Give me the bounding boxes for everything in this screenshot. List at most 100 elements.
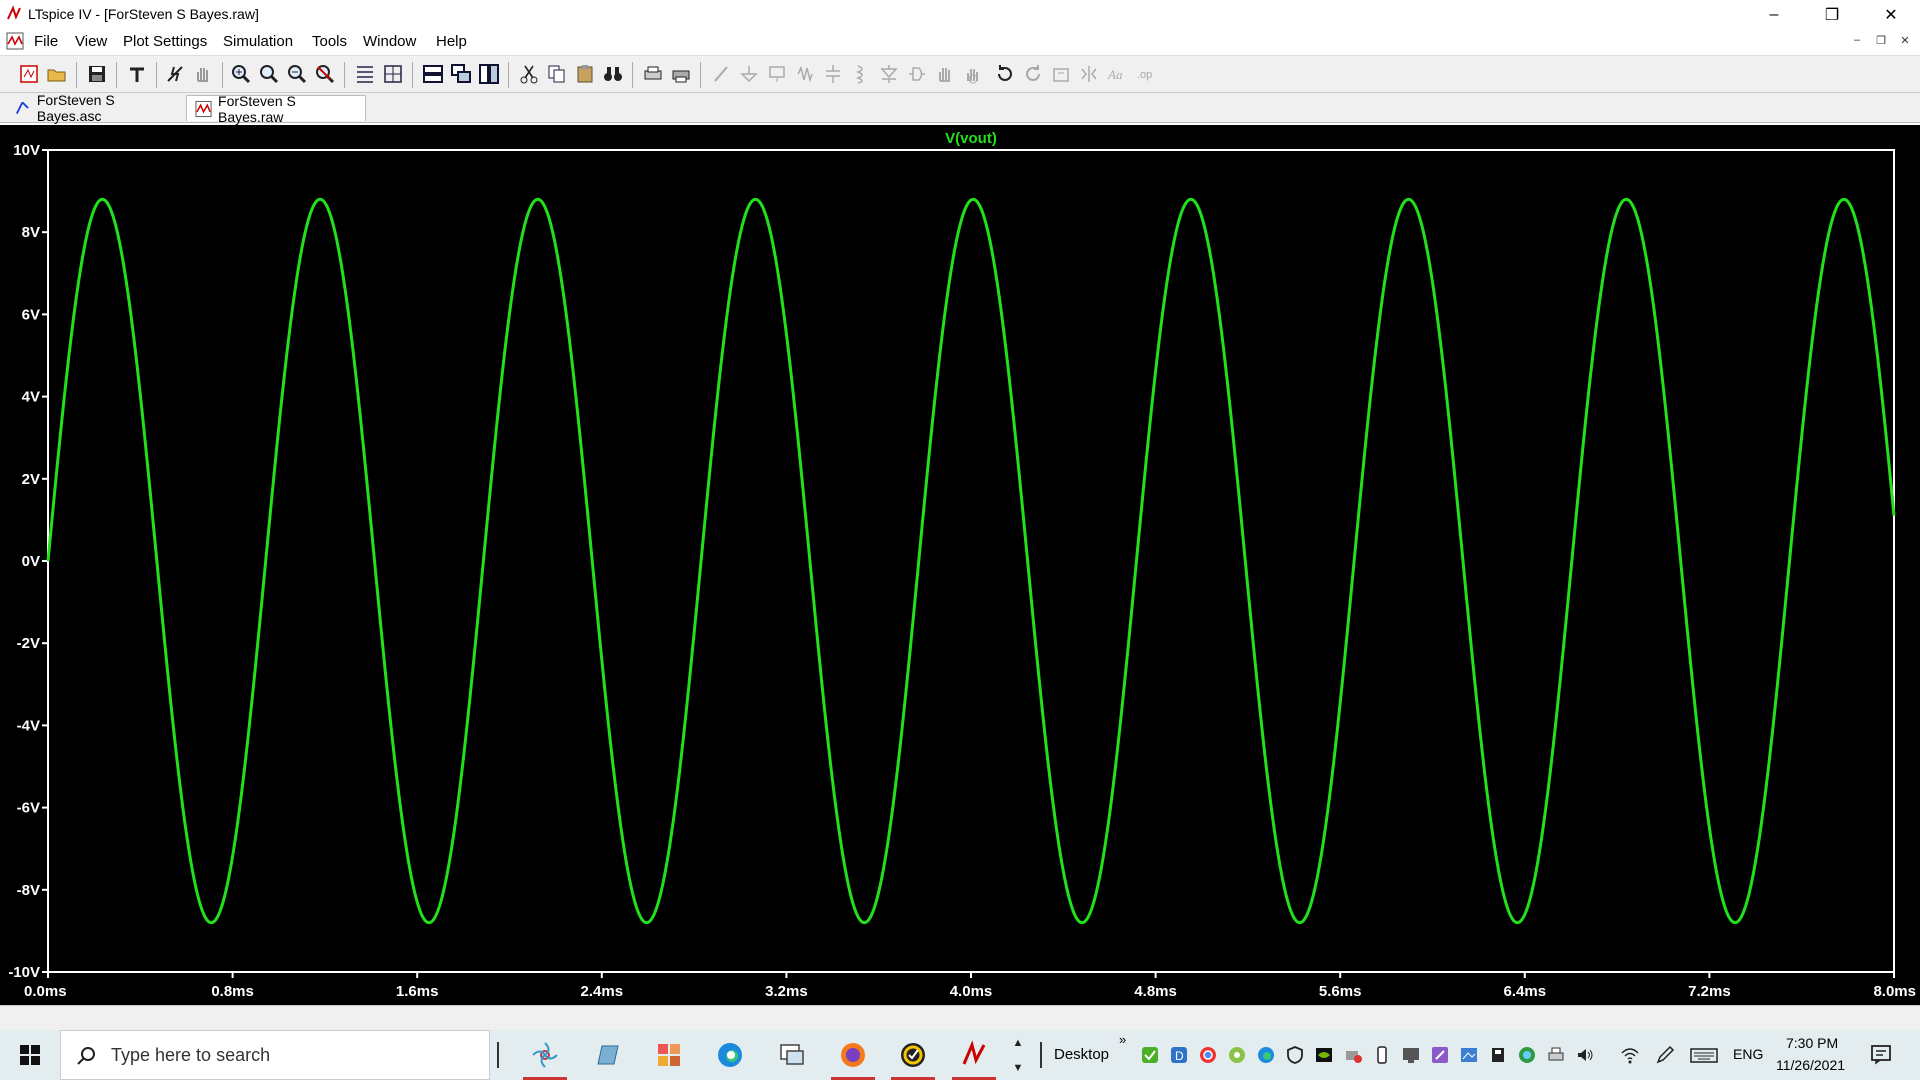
diode-icon[interactable] [878,63,900,85]
tab-waveform[interactable]: ForSteven S Bayes.raw [186,93,366,125]
mirror-icon[interactable] [1078,63,1100,85]
open-folder-icon[interactable] [46,63,68,85]
menu-file[interactable]: File [34,33,58,50]
notification-center-icon[interactable] [1870,1043,1892,1065]
tab-schematic[interactable]: ForSteven S Bayes.asc [6,92,182,124]
taskbar-app-task-view[interactable] [764,1030,820,1080]
autorange-icon[interactable] [354,63,376,85]
usb-drive-tray-icon[interactable] [1372,1045,1392,1065]
wifi-icon[interactable] [1620,1045,1640,1065]
print-icon[interactable] [670,63,692,85]
rotate-icon[interactable] [1050,63,1072,85]
waveform-plot[interactable]: 10V 8V 6V 4V 2V 0V -2V -4V -6V -8V -10V 0.0ms 0.8ms 1… [0,125,1920,1005]
halt-hand-icon[interactable] [192,63,214,85]
edge-tray-icon[interactable] [1256,1045,1276,1065]
keyboard-icon[interactable] [1690,1045,1718,1065]
print-setup-icon[interactable] [642,63,664,85]
search-placeholder: Type here to search [111,1045,271,1065]
run-simulation-icon[interactable] [164,63,186,85]
draw-wire-icon[interactable] [710,63,732,85]
nvidia-tray-icon[interactable] [1314,1045,1334,1065]
monitor-tray-icon[interactable] [1401,1045,1421,1065]
plot-svg[interactable]: 10V 8V 6V 4V 2V 0V -2V -4V -6V -8V -10V 0.0ms 0.8ms 1… [0,125,1920,1005]
pen-tray-icon[interactable] [1655,1045,1675,1065]
restore-button[interactable]: ❐ [1803,0,1861,30]
copy-icon[interactable] [546,63,568,85]
device-tray-icon[interactable] [1488,1045,1508,1065]
mdi-minimize-button[interactable]: – [1848,34,1866,48]
inductor-icon[interactable] [850,63,872,85]
cut-icon[interactable] [518,63,540,85]
tile-horizontal-icon[interactable] [422,63,444,85]
cursor-grid-icon[interactable] [382,63,404,85]
leaf-tray-icon[interactable] [1227,1045,1247,1065]
taskbar-app-firefox[interactable] [825,1030,881,1080]
shield-tray-icon[interactable] [1285,1045,1305,1065]
zoom-area-icon[interactable] [230,63,252,85]
menu-simulation[interactable]: Simulation [223,33,293,50]
menu-tools[interactable]: Tools [312,33,347,50]
taskbar-app-edge[interactable] [702,1030,758,1080]
waveform-doc-icon[interactable] [6,32,24,50]
drag-hand-icon[interactable] [962,63,984,85]
zoom-in-icon[interactable] [258,63,280,85]
x-tick-label: 1.6ms [396,983,439,1000]
control-panel-icon[interactable] [126,63,148,85]
taskbar-scroll-arrows[interactable]: ▲ ▼ [1008,1030,1028,1080]
move-hand-icon[interactable] [934,63,956,85]
blue-d-tray-icon[interactable]: D [1169,1045,1189,1065]
redo-icon[interactable] [1022,63,1044,85]
undo-icon[interactable] [994,63,1016,85]
schematic-icon [15,101,29,115]
taskbar-app-office[interactable] [641,1030,697,1080]
mdi-restore-button[interactable]: ❐ [1872,34,1890,48]
resistor-icon[interactable] [794,63,816,85]
find-binoculars-icon[interactable] [602,63,624,85]
clock-time[interactable]: 7:30 PM [1786,1035,1838,1051]
globe-sync-tray-icon[interactable] [1517,1045,1537,1065]
start-button[interactable] [0,1030,60,1080]
trace-vout-line [46,197,1896,925]
taskbar-app-pinwheel[interactable] [517,1030,573,1080]
spice-directive-icon[interactable]: .op [1134,63,1156,85]
input-language[interactable]: ENG [1733,1046,1763,1062]
desktop-toolbar-label[interactable]: Desktop [1054,1046,1109,1063]
volume-icon[interactable] [1575,1045,1595,1065]
cascade-windows-icon[interactable] [450,63,472,85]
tile-vertical-icon[interactable] [478,63,500,85]
printer-tray-icon[interactable] [1546,1045,1566,1065]
capacitor-icon[interactable] [822,63,844,85]
text-icon[interactable]: Aa [1106,63,1128,85]
zoom-out-icon[interactable] [286,63,308,85]
onenote-tray-icon[interactable] [1430,1045,1450,1065]
sticky-notes-icon [597,1045,619,1065]
scroll-up-icon[interactable]: ▲ [1013,1037,1024,1049]
chrome-tray-icon[interactable] [1198,1045,1218,1065]
new-schematic-icon[interactable] [18,63,40,85]
minimize-button[interactable]: – [1745,0,1803,30]
taskbar-app-ltspice[interactable] [946,1030,1002,1080]
clock-date[interactable]: 11/26/2021 [1776,1057,1845,1073]
zoom-fit-icon[interactable] [314,63,336,85]
menu-plot-settings[interactable]: Plot Settings [123,33,207,50]
taskbar-app-notes[interactable] [579,1030,635,1080]
taskbar-app-norton[interactable] [885,1030,941,1080]
mdi-close-button[interactable]: ✕ [1896,34,1914,48]
label-net-icon[interactable] [766,63,788,85]
taskbar-search-box[interactable]: Type here to search [60,1030,490,1080]
toolbar-overflow-chevron[interactable]: » [1119,1032,1126,1047]
menu-help[interactable]: Help [436,33,467,50]
network-disabled-tray-icon[interactable] [1343,1045,1363,1065]
photos-tray-icon[interactable] [1459,1045,1479,1065]
close-button[interactable]: ✕ [1862,0,1920,30]
ltspice-app-icon[interactable] [6,5,24,23]
green-check-tray-icon[interactable] [1140,1045,1160,1065]
menu-window[interactable]: Window [363,33,416,50]
menu-view[interactable]: View [75,33,107,50]
y-tick-label: -10V [8,964,40,981]
component-icon[interactable] [906,63,928,85]
save-icon[interactable] [86,63,108,85]
ground-icon[interactable] [738,63,760,85]
paste-icon[interactable] [574,63,596,85]
scroll-down-icon[interactable]: ▼ [1013,1062,1024,1074]
